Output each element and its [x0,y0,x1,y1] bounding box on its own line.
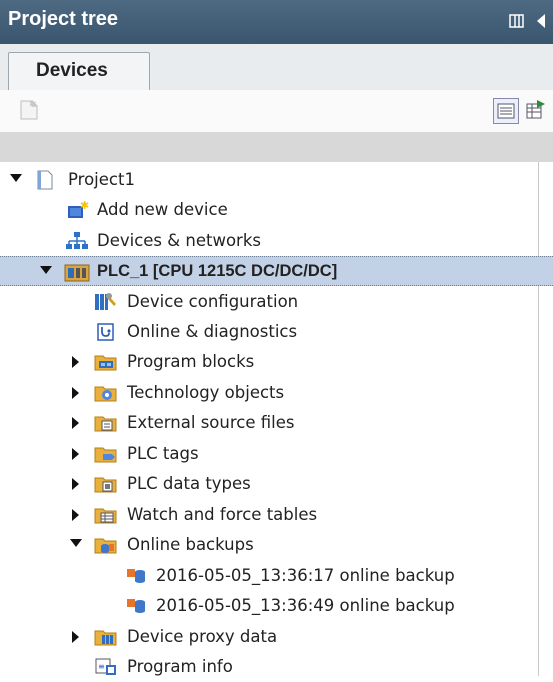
tree-item-label: Program blocks [127,352,255,371]
expand-arrow-icon[interactable] [72,448,79,460]
export-table-icon[interactable] [525,98,547,126]
program-info-icon: ≡ [94,657,116,677]
backup-icon [126,566,148,586]
tree-item-label: External source files [127,413,295,432]
svg-text:✱: ✱ [29,100,37,110]
tree-item-label: Online backups [127,535,254,554]
tree-item-label: Add new device [97,200,228,219]
tree-item-label: Watch and force tables [127,505,318,524]
tree-item-online-diagnostics[interactable]: Online & diagnostics [0,317,553,347]
tree-item-label: 2016-05-05_13:36:17 online backup [156,566,455,585]
tree-item-label: Project1 [68,170,135,189]
expand-arrow-icon[interactable] [72,417,79,429]
device-proxy-folder-icon [94,627,117,647]
technology-objects-folder-icon [94,383,117,403]
panel-title: Project tree [8,8,119,30]
tree-item-label: Devices & networks [97,231,261,250]
online-backups-folder-icon [94,535,117,555]
expand-arrow-icon[interactable] [72,478,79,490]
tree-header-bar [0,132,553,162]
tab-devices[interactable]: Devices [8,52,150,91]
tree-item-watch-force-tables[interactable]: Watch and force tables [0,500,553,530]
tree-item-label: PLC data types [127,474,251,493]
expand-arrow-icon[interactable] [10,174,22,182]
external-source-folder-icon [94,413,117,433]
tab-strip: Devices [0,44,553,91]
expand-arrow-icon[interactable] [72,631,79,643]
expand-arrow-icon[interactable] [40,266,52,274]
backup-icon [126,596,148,616]
tree-item-label: Program info [127,657,233,676]
svg-text:≡: ≡ [98,662,105,671]
add-device-icon: ✱ [66,199,89,220]
tree-item-label: Device proxy data [127,627,278,646]
tree-item-plc-data-types[interactable]: PLC data types [0,469,553,499]
tree-item-backup-1[interactable]: 2016-05-05_13:36:17 online backup [0,561,553,591]
plc-cpu-icon [64,262,90,282]
project-icon [36,170,58,190]
tree-item-backup-2[interactable]: 2016-05-05_13:36:49 online backup [0,591,553,621]
project-tree-title-bar: Project tree [0,0,553,44]
program-blocks-folder-icon [94,352,117,372]
tree-item-label: Technology objects [127,383,285,402]
tree-item-add-new-device[interactable]: ✱ Add new device [0,195,553,225]
svg-text:✱: ✱ [80,200,89,212]
plc-tags-folder-icon [94,444,117,464]
tree-item-label: Online & diagnostics [127,322,298,341]
expand-arrow-icon[interactable] [72,387,79,399]
device-configuration-icon [94,292,116,312]
expand-arrow-icon[interactable] [70,539,82,547]
collapse-panel-icon[interactable] [535,12,547,34]
expand-arrow-icon[interactable] [72,509,79,521]
watch-tables-folder-icon [94,505,117,525]
new-group-icon[interactable]: ✱ [18,98,40,126]
tree-item-technology-objects[interactable]: Technology objects [0,378,553,408]
layout-toggle-icon[interactable] [509,13,525,33]
tree-item-external-source-files[interactable]: External source files [0,408,553,438]
tree-item-devices-networks[interactable]: Devices & networks [0,226,553,256]
online-diagnostics-icon [96,322,118,342]
tab-devices-label: Devices [36,60,108,81]
tree-item-plc[interactable]: PLC_1 [CPU 1215C DC/DC/DC] [0,256,553,286]
tree-item-device-proxy-data[interactable]: Device proxy data [0,622,553,652]
tree-item-program-info[interactable]: ≡ Program info [0,652,553,682]
tree-item-plc-tags[interactable]: PLC tags [0,439,553,469]
expand-arrow-icon[interactable] [72,356,79,368]
tree-item-label: Device configuration [127,292,299,311]
plc-data-types-folder-icon [94,474,117,494]
tree-toolbar: ✱ [0,90,553,132]
tree-item-label: PLC tags [127,444,199,463]
tree-item-label: 2016-05-05_13:36:49 online backup [156,596,455,615]
tree-item-program-blocks[interactable]: Program blocks [0,347,553,377]
tree-item-device-configuration[interactable]: Device configuration [0,287,553,317]
overview-icon[interactable] [493,98,519,124]
tree-item-online-backups[interactable]: Online backups [0,530,553,560]
network-icon [66,231,88,251]
tree-item-project[interactable]: Project1 [0,165,553,195]
tree-item-label: PLC_1 [CPU 1215C DC/DC/DC] [97,262,338,280]
